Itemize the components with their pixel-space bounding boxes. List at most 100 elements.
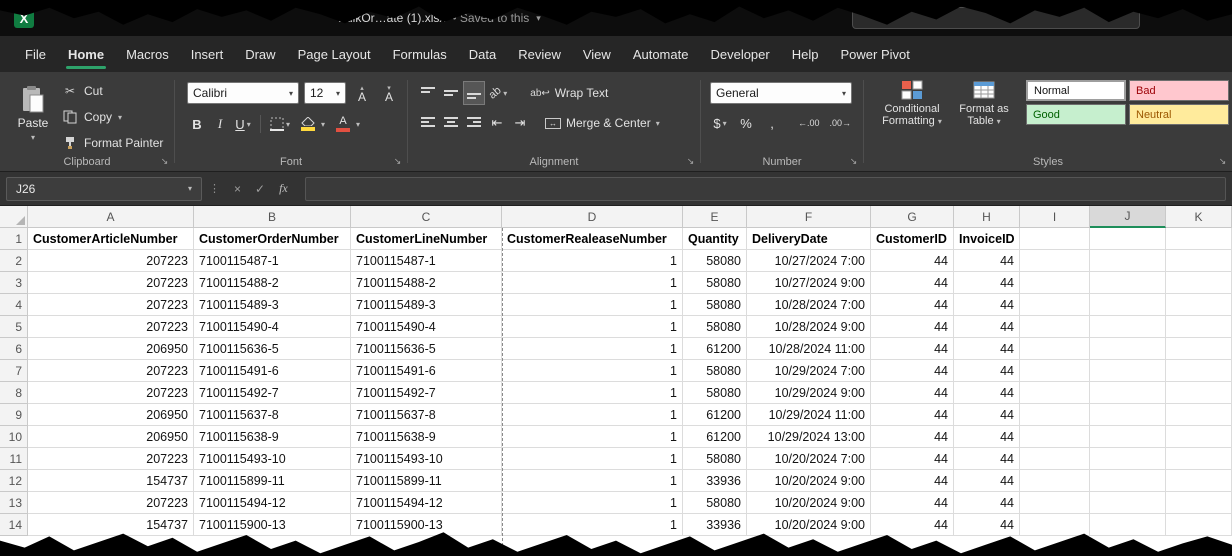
dialog-launcher-icon[interactable]: ↘ [159,156,170,167]
cell-G13[interactable]: 44 [871,492,954,514]
cell-F1[interactable]: DeliveryDate [747,228,871,250]
cell-I14[interactable] [1020,514,1090,536]
cell-J7[interactable] [1090,360,1166,382]
cancel-icon[interactable]: × [227,182,248,196]
cell-C9[interactable]: 7100115637-8 [351,404,502,426]
cell-F2[interactable]: 10/27/2024 7:00 [747,250,871,272]
accounting-format-button[interactable]: $ ▾ [710,112,730,134]
cell-K5[interactable] [1166,316,1232,338]
cut-button[interactable]: ✂ Cut [62,81,163,101]
row-header-1[interactable]: 1 [0,228,28,250]
format-painter-button[interactable]: Format Painter [62,133,163,153]
cell-A10[interactable]: 206950 [28,426,194,448]
column-header-K[interactable]: K [1166,206,1232,228]
font-color-button[interactable]: A ▾ [330,113,362,135]
row-header-4[interactable]: 4 [0,294,28,316]
cell-E14[interactable]: 33936 [683,514,747,536]
tab-draw[interactable]: Draw [234,36,286,72]
cell-C13[interactable]: 7100115494-12 [351,492,502,514]
wrap-text-button[interactable]: ab↩ Wrap Text [526,82,612,104]
cell-K1[interactable] [1166,228,1232,250]
font-family-select[interactable]: Calibri ▾ [187,82,299,104]
cell-E6[interactable]: 61200 [683,338,747,360]
increase-font-size-button[interactable]: ▴ A [351,84,373,102]
cell-F9[interactable]: 10/29/2024 11:00 [747,404,871,426]
cell-C14[interactable]: 7100115900-13 [351,514,502,536]
cell-J11[interactable] [1090,448,1166,470]
column-header-E[interactable]: E [683,206,747,228]
cell-I5[interactable] [1020,316,1090,338]
cell-I6[interactable] [1020,338,1090,360]
cell-K12[interactable] [1166,470,1232,492]
cell-I4[interactable] [1020,294,1090,316]
column-header-H[interactable]: H [954,206,1020,228]
underline-button[interactable]: U▾ [233,113,253,135]
cell-J4[interactable] [1090,294,1166,316]
row-header-2[interactable]: 2 [0,250,28,272]
cell-E10[interactable]: 61200 [683,426,747,448]
cell-H4[interactable]: 44 [954,294,1020,316]
cell-K3[interactable] [1166,272,1232,294]
tab-formulas[interactable]: Formulas [382,36,458,72]
column-header-I[interactable]: I [1020,206,1090,228]
cell-G9[interactable]: 44 [871,404,954,426]
cell-E1[interactable]: Quantity [683,228,747,250]
cell-A3[interactable]: 207223 [28,272,194,294]
cell-I1[interactable] [1020,228,1090,250]
orientation-button[interactable]: ab ▾ [487,82,509,104]
cell-D14[interactable]: 1 [502,514,683,536]
align-left-button[interactable] [418,112,438,134]
cell-D6[interactable]: 1 [502,338,683,360]
row-header-12[interactable]: 12 [0,470,28,492]
cell-D3[interactable]: 1 [502,272,683,294]
cell-I7[interactable] [1020,360,1090,382]
cell-I13[interactable] [1020,492,1090,514]
row-header-14[interactable]: 14 [0,514,28,536]
cell-D2[interactable]: 1 [502,250,683,272]
cell-E5[interactable]: 58080 [683,316,747,338]
select-all-button[interactable] [0,206,28,228]
align-right-button[interactable] [464,112,484,134]
cell-D7[interactable]: 1 [502,360,683,382]
formula-input[interactable] [305,177,1226,201]
cell-G12[interactable]: 44 [871,470,954,492]
cell-G7[interactable]: 44 [871,360,954,382]
cell-G14[interactable]: 44 [871,514,954,536]
row-header-6[interactable]: 6 [0,338,28,360]
column-header-C[interactable]: C [351,206,502,228]
cell-H8[interactable]: 44 [954,382,1020,404]
cell-J10[interactable] [1090,426,1166,448]
align-bottom-button[interactable] [464,82,484,104]
comma-style-button[interactable]: , [762,112,782,134]
cell-K10[interactable] [1166,426,1232,448]
decrease-font-size-button[interactable]: ▾ A [378,84,400,102]
tab-home[interactable]: Home [57,36,115,72]
bold-button[interactable]: B [187,113,207,135]
cell-K7[interactable] [1166,360,1232,382]
cell-J14[interactable] [1090,514,1166,536]
cell-K9[interactable] [1166,404,1232,426]
cell-J9[interactable] [1090,404,1166,426]
cell-A4[interactable]: 207223 [28,294,194,316]
cell-K6[interactable] [1166,338,1232,360]
cell-B4[interactable]: 7100115489-3 [194,294,351,316]
cell-C3[interactable]: 7100115488-2 [351,272,502,294]
paste-button[interactable]: Paste ▾ [10,80,56,156]
increase-decimal-button[interactable]: ←.00 [796,112,822,134]
align-middle-button[interactable] [441,82,461,104]
tab-help[interactable]: Help [781,36,830,72]
cell-C11[interactable]: 7100115493-10 [351,448,502,470]
column-header-B[interactable]: B [194,206,351,228]
tab-power-pivot[interactable]: Power Pivot [829,36,920,72]
cell-C5[interactable]: 7100115490-4 [351,316,502,338]
decrease-decimal-button[interactable]: .00→ [828,112,854,134]
tab-review[interactable]: Review [507,36,572,72]
cell-F8[interactable]: 10/29/2024 9:00 [747,382,871,404]
tab-file[interactable]: File [14,36,57,72]
cell-H14[interactable]: 44 [954,514,1020,536]
cell-G10[interactable]: 44 [871,426,954,448]
cell-D8[interactable]: 1 [502,382,683,404]
cell-style-normal[interactable]: Normal [1026,80,1126,101]
cell-B2[interactable]: 7100115487-1 [194,250,351,272]
tab-view[interactable]: View [572,36,622,72]
